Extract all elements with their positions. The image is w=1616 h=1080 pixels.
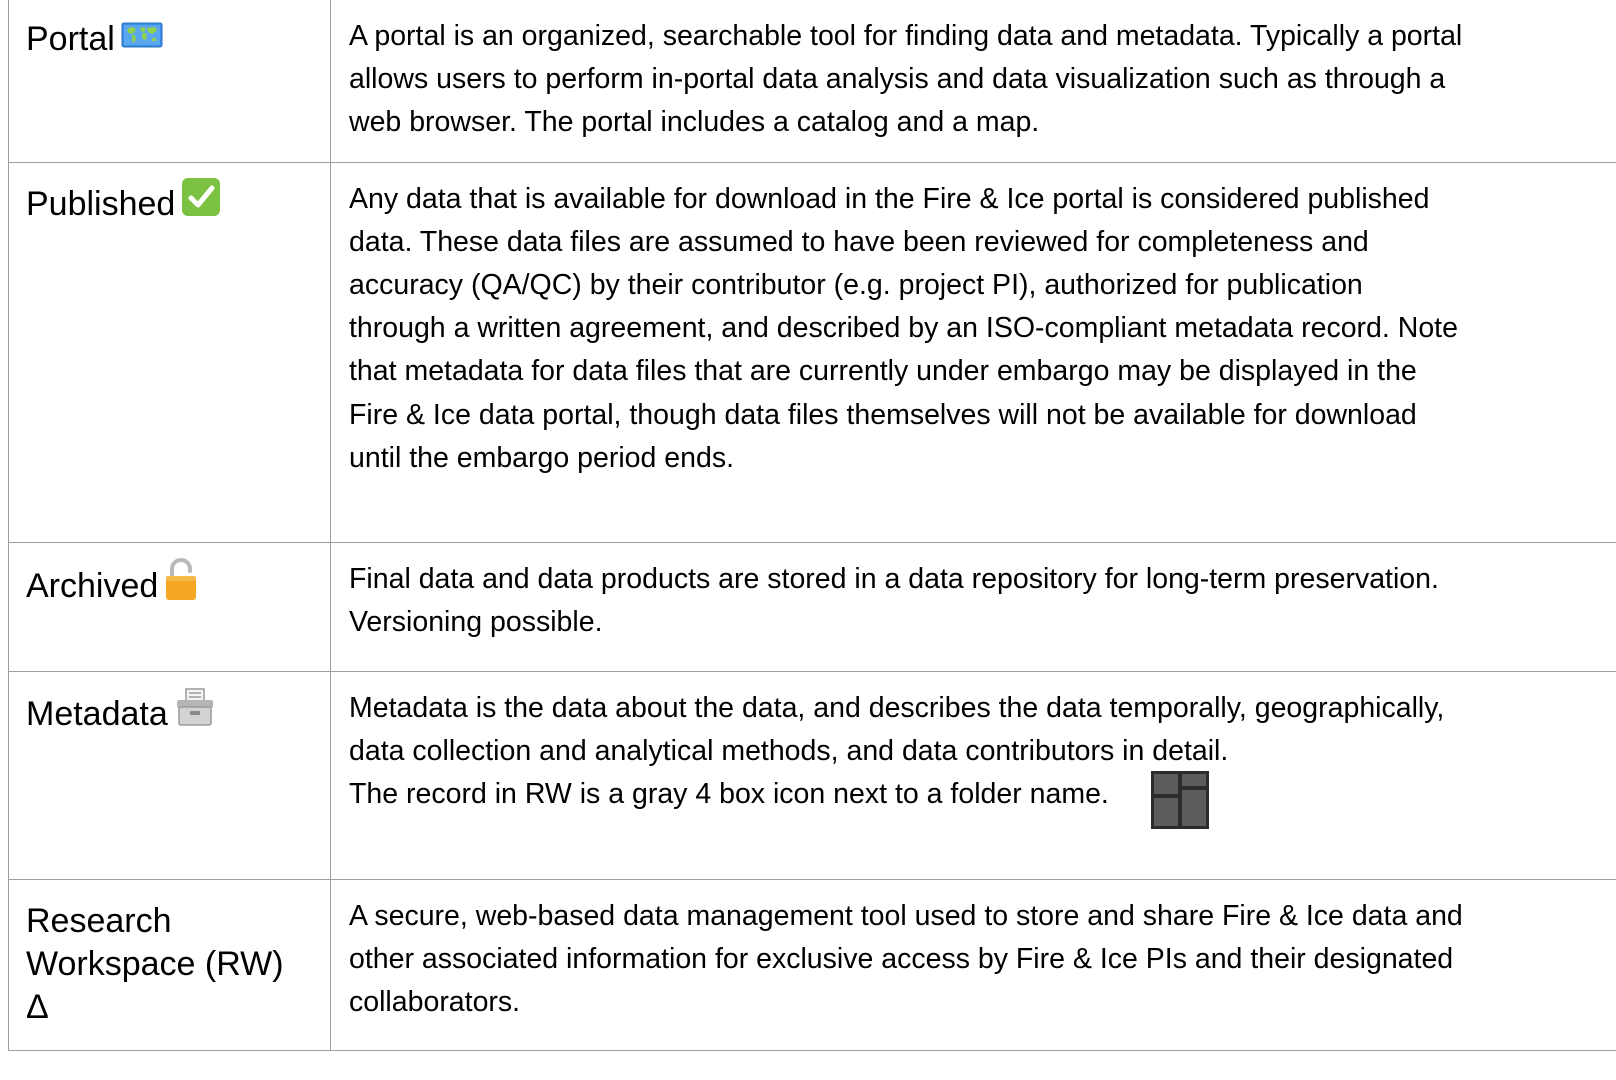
definition-cell-archived: Final data and data products are stored … [330, 541, 1616, 672]
term-label: Published [26, 184, 176, 223]
definition-line: web browser. The portal includes a catal… [349, 106, 1040, 139]
definition-line: until the embargo period ends. [349, 441, 735, 474]
definition-line: A portal is an organized, searchable too… [349, 20, 1463, 52]
definition-line: Any data that is available for download … [349, 182, 1430, 215]
term-cell-metadata: Metadata [8, 670, 331, 880]
table-row: Published Any data that is available for… [8, 161, 1616, 543]
definition-line: data. These data files are assumed to ha… [349, 225, 1369, 258]
lock-icon [164, 557, 198, 613]
definition-cell-published: Any data that is available for download … [330, 161, 1616, 543]
definition-line: Metadata is the data about the data, and… [349, 691, 1445, 724]
definition-line: A secure, web-based data management tool… [349, 899, 1463, 932]
gray-four-box-icon [1150, 770, 1209, 842]
definition-line: that metadata for data files that are cu… [349, 355, 1417, 388]
definition-cell-metadata: Metadata is the data about the data, and… [330, 670, 1616, 880]
table-row: Research Workspace (RW) Δ A secure, web-… [8, 878, 1616, 1051]
world-map-icon [121, 16, 163, 61]
glossary-table: Portal A portal is an organized, searcha… [8, 0, 1616, 1051]
definition-line: Versioning possible. [349, 605, 603, 638]
term-label: Metadata [26, 694, 168, 733]
card-file-box-icon [174, 686, 216, 740]
definition-line: other associated information for exclusi… [349, 942, 1454, 975]
term-cell-archived: Archived [8, 541, 331, 672]
definition-line: through a written agreement, and describ… [349, 312, 1458, 345]
term-label: Portal [26, 20, 115, 58]
definition-line: Final data and data products are stored … [349, 562, 1439, 595]
table-row: Archived Final data and data products ar… [8, 541, 1616, 672]
definition-line: collaborators. [349, 985, 521, 1018]
term-label: Workspace (RW) [26, 944, 284, 983]
table-row: Portal A portal is an organized, searcha… [8, 0, 1616, 163]
term-label: Archived [26, 566, 159, 605]
term-cell-research-workspace: Research Workspace (RW) Δ [8, 878, 331, 1051]
definition-line: data collection and analytical methods, … [349, 734, 1229, 767]
definition-line: Fire & Ice data portal, though data file… [349, 398, 1417, 431]
check-mark-icon [181, 177, 221, 229]
delta-symbol: Δ [26, 987, 49, 1026]
definition-line-text: The record in RW is a gray 4 box icon ne… [349, 777, 1109, 810]
definition-line: allows users to perform in-portal data a… [349, 63, 1446, 96]
definition-line: The record in RW is a gray 4 box icon ne… [349, 770, 1602, 842]
term-cell-portal: Portal [8, 0, 331, 163]
definition-cell-portal: A portal is an organized, searchable too… [330, 0, 1616, 163]
term-cell-published: Published [8, 161, 331, 543]
table-row: Metadata Metadata is the data about the … [8, 670, 1616, 880]
definition-line: accuracy (QA/QC) by their contributor (e… [349, 268, 1363, 301]
term-label: Research [26, 901, 172, 940]
definition-cell-research-workspace: A secure, web-based data management tool… [330, 878, 1616, 1051]
